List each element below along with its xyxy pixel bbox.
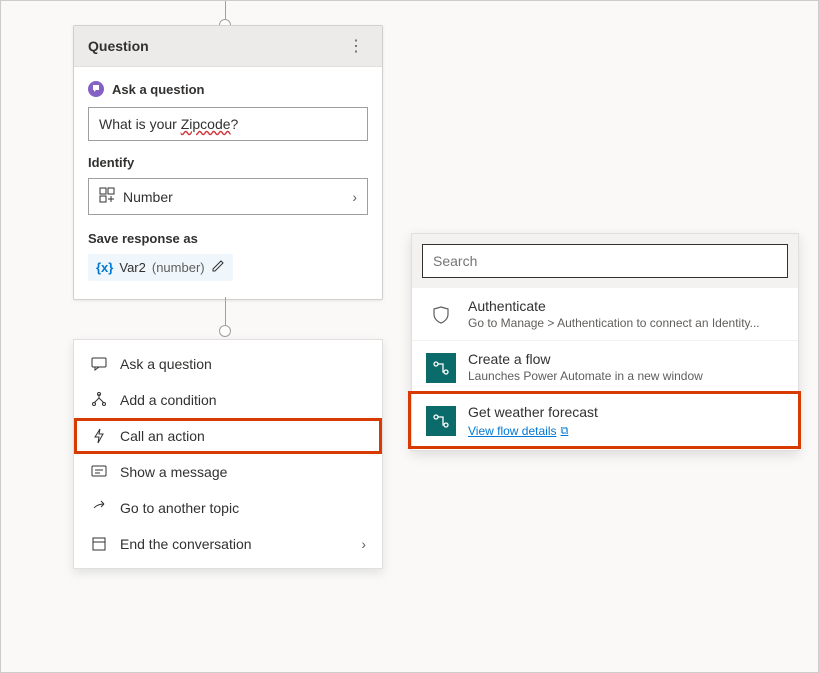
menu-add-a-condition[interactable]: Add a condition (74, 382, 382, 418)
menu-item-label: End the conversation (120, 536, 349, 552)
menu-end-the-conversation[interactable]: End the conversation › (74, 526, 382, 562)
add-node-menu: Ask a question Add a condition Call an a… (73, 339, 383, 569)
flyout-search-wrap (412, 234, 798, 288)
share-icon (90, 500, 108, 516)
menu-go-to-another-topic[interactable]: Go to another topic (74, 490, 382, 526)
identify-label: Identify (88, 155, 368, 170)
panel-icon (90, 536, 108, 552)
flyout-item-title: Get weather forecast (468, 404, 784, 420)
question-card-header: Question ⋮ (74, 26, 382, 67)
action-flyout-panel: Authenticate Go to Manage > Authenticati… (411, 233, 799, 451)
chat-icon (90, 356, 108, 372)
menu-item-label: Add a condition (120, 392, 366, 408)
flyout-item-link-text: View flow details (468, 424, 557, 438)
chevron-right-icon: › (352, 189, 357, 205)
flyout-item-title: Create a flow (468, 351, 784, 367)
identify-type-select[interactable]: Number › (88, 178, 368, 215)
more-options-icon[interactable]: ⋮ (344, 36, 368, 56)
flyout-item-create-a-flow[interactable]: Create a flow Launches Power Automate in… (412, 341, 798, 394)
branch-icon (90, 392, 108, 408)
variable-type: (number) (152, 260, 205, 275)
variable-braces-icon: {x} (96, 260, 113, 275)
menu-item-label: Go to another topic (120, 500, 366, 516)
identify-value: Number (123, 189, 173, 205)
question-text-suffix: ? (231, 116, 239, 132)
question-node-card: Question ⋮ Ask a question What is your Z… (73, 25, 383, 300)
connector-node-mid[interactable] (219, 325, 231, 337)
bolt-icon (90, 428, 108, 444)
flyout-item-get-weather-forecast[interactable]: Get weather forecast View flow details ⧉ (412, 394, 798, 450)
menu-show-a-message[interactable]: Show a message (74, 454, 382, 490)
menu-call-an-action[interactable]: Call an action (74, 418, 382, 454)
menu-item-label: Ask a question (120, 356, 366, 372)
number-type-icon (99, 187, 115, 206)
menu-ask-a-question[interactable]: Ask a question (74, 346, 382, 382)
flyout-item-subtitle: Launches Power Automate in a new window (468, 369, 784, 383)
chevron-right-icon: › (361, 536, 366, 552)
question-text-prefix: What is your (99, 116, 181, 132)
flow-icon (426, 353, 456, 383)
question-text-input[interactable]: What is your Zipcode? (88, 107, 368, 141)
question-text-spellcheck-word: Zipcode (181, 116, 231, 132)
message-icon (90, 464, 108, 480)
search-input[interactable] (422, 244, 788, 278)
variable-name: Var2 (119, 260, 146, 275)
flyout-item-title: Authenticate (468, 298, 784, 314)
question-card-body: Ask a question What is your Zipcode? Ide… (74, 67, 382, 299)
view-flow-details-link[interactable]: View flow details ⧉ (468, 424, 568, 438)
ask-a-question-row: Ask a question (88, 81, 368, 97)
edit-variable-icon[interactable] (211, 259, 225, 276)
external-link-icon: ⧉ (561, 425, 569, 438)
flyout-item-subtitle: Go to Manage > Authentication to connect… (468, 316, 784, 330)
question-card-title: Question (88, 38, 149, 54)
ask-a-question-label: Ask a question (112, 82, 204, 97)
menu-item-label: Show a message (120, 464, 366, 480)
question-badge-icon (88, 81, 104, 97)
flyout-item-authenticate[interactable]: Authenticate Go to Manage > Authenticati… (412, 288, 798, 341)
variable-chip[interactable]: {x} Var2 (number) (88, 254, 233, 281)
save-response-label: Save response as (88, 231, 368, 246)
shield-icon (426, 300, 456, 330)
flow-icon (426, 406, 456, 436)
menu-item-label: Call an action (120, 428, 366, 444)
